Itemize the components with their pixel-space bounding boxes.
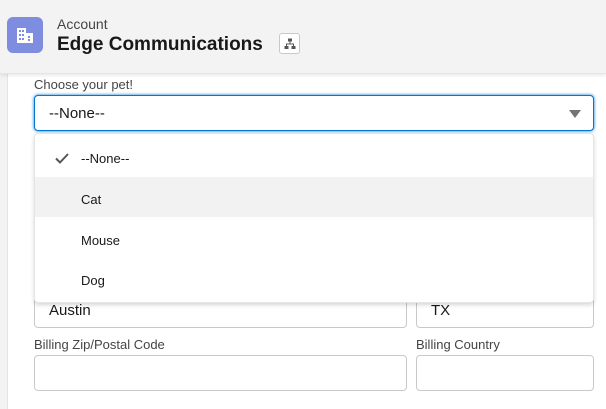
option-mouse[interactable]: Mouse bbox=[35, 218, 593, 258]
pet-select[interactable]: --None-- bbox=[34, 95, 594, 131]
option-label: --None-- bbox=[81, 151, 130, 166]
account-building-icon bbox=[7, 17, 43, 53]
option-label: Dog bbox=[81, 273, 105, 288]
hierarchy-button[interactable] bbox=[279, 33, 300, 54]
option-label: Cat bbox=[81, 192, 102, 207]
billing-zip-input[interactable] bbox=[34, 355, 407, 391]
pet-field-label: Choose your pet! bbox=[34, 77, 134, 92]
object-label: Account bbox=[57, 16, 108, 32]
option-label: Mouse bbox=[81, 233, 121, 248]
record-title: Edge Communications bbox=[57, 34, 263, 55]
chevron-down-icon bbox=[569, 110, 581, 118]
hierarchy-icon bbox=[284, 38, 295, 49]
billing-state-value: TX bbox=[431, 302, 451, 319]
option-cat[interactable]: Cat bbox=[35, 177, 593, 217]
check-icon bbox=[55, 153, 69, 164]
billing-zip-label: Billing Zip/Postal Code bbox=[34, 337, 165, 352]
record-header: Account Edge Communications bbox=[0, 0, 606, 74]
pet-select-value: --None-- bbox=[49, 105, 105, 122]
pet-options-listbox: --None-- Cat Mouse Dog bbox=[34, 133, 594, 303]
billing-city-value: Austin bbox=[49, 302, 91, 319]
billing-country-label: Billing Country bbox=[416, 337, 500, 352]
option-dog[interactable]: Dog bbox=[35, 259, 593, 299]
billing-country-input[interactable] bbox=[416, 355, 594, 391]
option-none[interactable]: --None-- bbox=[35, 138, 593, 178]
